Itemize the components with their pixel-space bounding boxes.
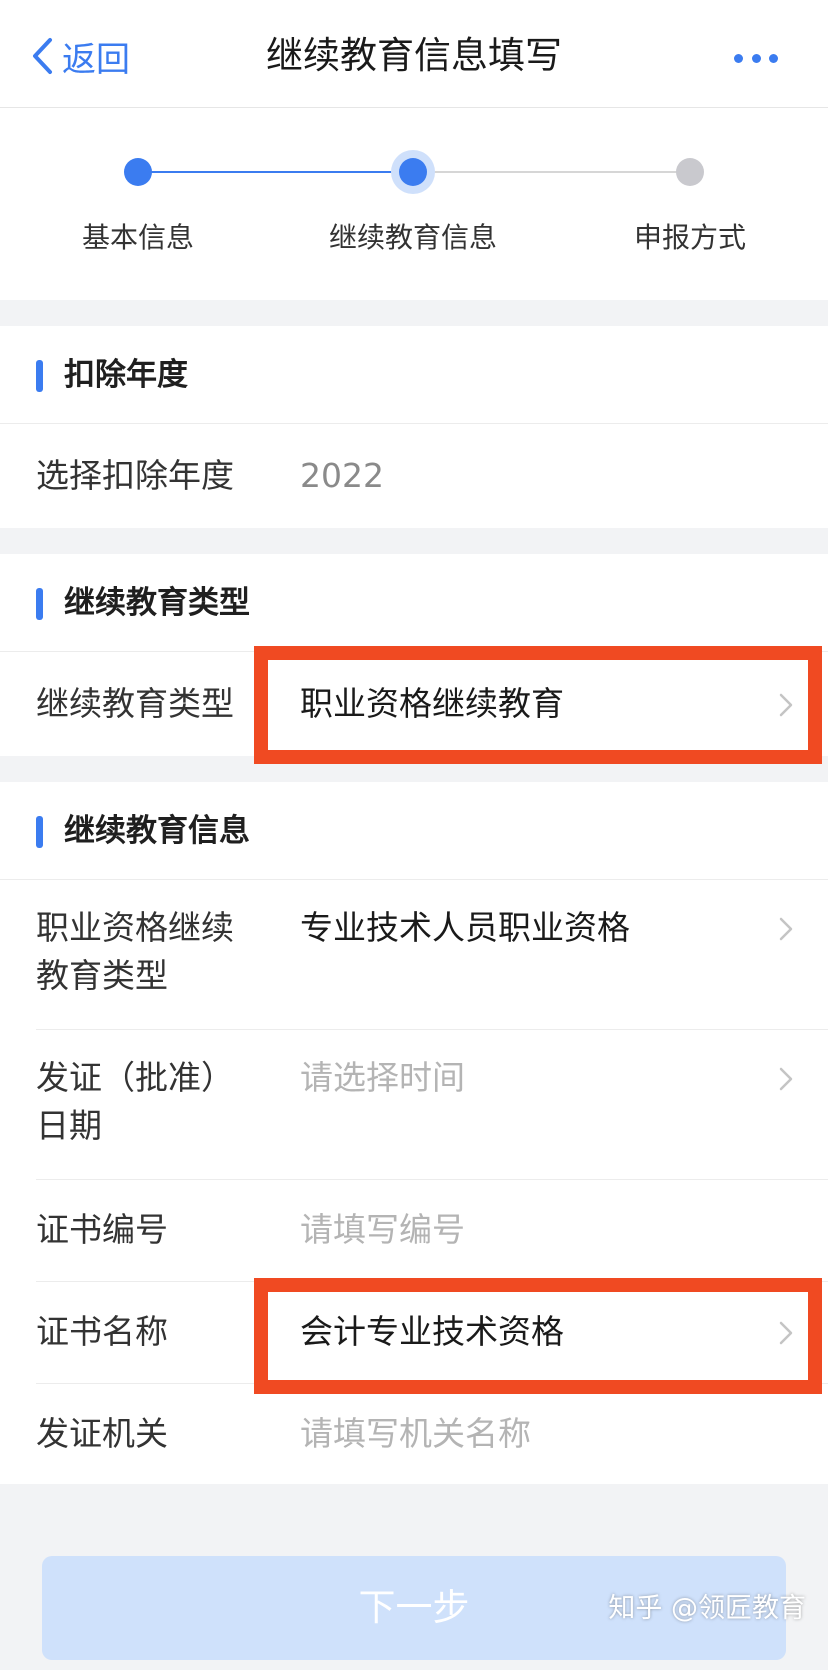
row-label: 发证（批准）日期 — [36, 1058, 234, 1145]
chevron-right-icon — [779, 1067, 793, 1091]
section-header: 继续教育类型 — [0, 554, 828, 652]
certificate-number-input[interactable]: 请填写编号 — [300, 1206, 465, 1254]
section-header: 扣除年度 — [0, 326, 828, 424]
section-header: 继续教育信息 — [0, 782, 828, 880]
row-label: 继续教育类型 — [36, 684, 234, 723]
watermark: 知乎 @领匠教育 — [608, 1593, 806, 1624]
deduction-year-row[interactable]: 选择扣除年度 2022 — [0, 424, 828, 528]
qualification-type-row[interactable]: 职业资格继续教育类型 专业技术人员职业资格 — [0, 880, 828, 1030]
section-accent-bar — [36, 360, 43, 392]
step-connector-todo — [414, 171, 690, 173]
section-title: 继续教育类型 — [64, 585, 250, 621]
step-label-report: 申报方式 — [633, 221, 746, 254]
issuing-authority-row[interactable]: 发证机关 请填写机关名称 — [0, 1384, 828, 1484]
row-label: 证书编号 — [36, 1210, 168, 1249]
section-accent-bar — [36, 588, 43, 620]
step-dot-current — [399, 158, 427, 186]
row-label: 发证机关 — [36, 1414, 168, 1453]
row-label: 证书名称 — [36, 1312, 168, 1351]
row-value: 2022 — [300, 456, 384, 495]
step-label-basic: 基本信息 — [81, 221, 194, 254]
chevron-right-icon — [779, 917, 793, 941]
highlight-box-certificate-name — [254, 1278, 822, 1394]
section-title: 扣除年度 — [64, 357, 188, 393]
issuing-authority-input[interactable]: 请填写机关名称 — [300, 1410, 531, 1458]
step-label-education: 继续教育信息 — [328, 221, 497, 254]
certificate-number-row[interactable]: 证书编号 请填写编号 — [0, 1180, 828, 1282]
section-title: 继续教育信息 — [64, 813, 250, 849]
issue-date-row[interactable]: 发证（批准）日期 请选择时间 — [0, 1030, 828, 1180]
highlight-box-education-type — [254, 646, 822, 764]
more-menu-icon[interactable] — [734, 54, 778, 66]
page-title: 继续教育信息填写 — [266, 34, 562, 77]
step-dot-done — [124, 158, 152, 186]
row-label: 选择扣除年度 — [36, 456, 234, 495]
date-picker-placeholder: 请选择时间 — [300, 1058, 465, 1097]
section-accent-bar — [36, 816, 43, 848]
nav-bar: 返回 继续教育信息填写 — [0, 0, 828, 108]
step-progress: 基本信息 继续教育信息 申报方式 — [0, 108, 828, 300]
step-dot-todo — [676, 158, 704, 186]
row-label: 职业资格继续教育类型 — [36, 908, 234, 995]
section-deduction-year: 扣除年度 选择扣除年度 2022 — [0, 326, 828, 528]
row-value: 专业技术人员职业资格 — [300, 908, 630, 947]
step-connector-done — [138, 171, 414, 173]
